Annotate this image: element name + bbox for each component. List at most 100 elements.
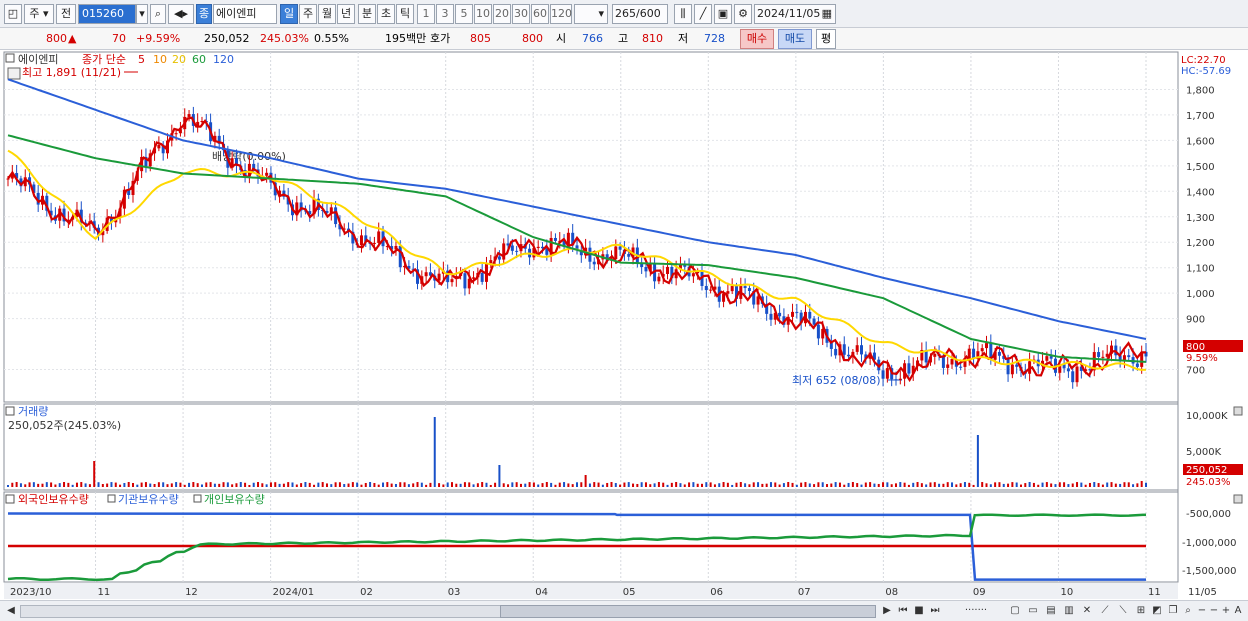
period-second-button[interactable]: 초 xyxy=(377,4,395,24)
open-label: 시 xyxy=(556,32,567,45)
stock-chart[interactable]: 에이엔피 종가 단순 5 10 20 60 120 최고 1,891 (11/2… xyxy=(0,50,1248,600)
volume-bar xyxy=(287,482,290,487)
volume-bar xyxy=(1045,482,1048,487)
volume-bar xyxy=(1145,482,1147,487)
interval-button[interactable]: 60 xyxy=(531,4,549,24)
calendar-icon[interactable]: ▦ xyxy=(822,5,832,23)
chart-area[interactable]: 에이엔피 종가 단순 5 10 20 60 120 최고 1,891 (11/2… xyxy=(0,50,1248,600)
interval-custom-dropdown[interactable]: ▾ xyxy=(574,4,608,24)
candle-body xyxy=(709,289,713,291)
rewind-icon[interactable]: ⏮ xyxy=(896,604,910,619)
layout-icon[interactable]: ▥ xyxy=(1062,604,1076,619)
draw-tool-icon[interactable]: ◩ xyxy=(1150,604,1164,619)
interval-button[interactable]: 3 xyxy=(436,4,454,24)
interval-button[interactable]: 10 xyxy=(474,4,492,24)
layout-icon[interactable]: ▭ xyxy=(1026,604,1040,619)
layout-icon[interactable]: ▢ xyxy=(1008,604,1022,619)
window-menu-icon[interactable]: ◰ xyxy=(4,4,22,24)
volume-bar xyxy=(688,482,691,487)
price-tick: 1,600 xyxy=(1186,136,1215,147)
interval-button[interactable]: 1 xyxy=(417,4,435,24)
zoom-in-icon[interactable]: + xyxy=(1220,604,1232,619)
date-input[interactable]: 2024/11/05 ▦ xyxy=(754,4,836,24)
font-size-icon[interactable]: A xyxy=(1232,604,1244,619)
stock-dropdown-icon[interactable]: ▾ xyxy=(136,4,148,24)
period-day-button[interactable]: 일 xyxy=(280,4,298,24)
volume-bar xyxy=(343,484,346,487)
scroll-right-icon[interactable]: ▶ xyxy=(880,604,894,619)
fast-forward-icon[interactable]: ⏭ xyxy=(928,604,942,619)
period-year-button[interactable]: 년 xyxy=(337,4,355,24)
x-tick-label: 11 xyxy=(98,587,111,598)
draw-tool-icon[interactable]: ⟋ xyxy=(1098,604,1112,619)
toolbar: ◰ 주 ▾ 전 015260 ▾ ⌕ ◀▸ 종 에이엔피 일 주 월 년 분 초… xyxy=(0,0,1248,28)
gear-icon[interactable]: ⚙ xyxy=(734,4,752,24)
candle-body xyxy=(950,359,954,365)
interval-button[interactable]: 30 xyxy=(512,4,530,24)
table-toggle-icon[interactable] xyxy=(7,67,21,80)
change-percent: +9.59% xyxy=(136,32,181,45)
volume-bar xyxy=(1076,482,1079,487)
volume-bar xyxy=(532,482,535,487)
speaker-icon[interactable]: ◀▸ xyxy=(168,4,194,24)
market-selector[interactable]: 주 ▾ xyxy=(24,4,54,24)
candle-body xyxy=(885,368,889,379)
close-icon[interactable] xyxy=(1233,494,1243,504)
volume-bar xyxy=(769,482,772,487)
interval-button[interactable]: 20 xyxy=(493,4,511,24)
eval-button[interactable]: 평 xyxy=(816,29,836,49)
search-icon[interactable]: ⌕ xyxy=(150,4,166,24)
save-icon[interactable]: ▣ xyxy=(714,4,732,24)
volume-bar xyxy=(476,483,479,487)
period-minute-button[interactable]: 분 xyxy=(358,4,376,24)
zoom-reset-icon[interactable]: − xyxy=(1208,604,1220,619)
candle-body xyxy=(1071,371,1075,383)
interval-button[interactable]: 120 xyxy=(550,4,572,24)
prev-button[interactable]: 전 xyxy=(56,4,76,24)
volume-bar xyxy=(757,482,760,487)
scrollbar-thumb[interactable] xyxy=(500,605,876,618)
volume-bar xyxy=(791,482,794,487)
buy-button[interactable]: 매수 xyxy=(740,29,774,49)
volume-bar xyxy=(269,482,272,487)
layout-icon[interactable]: ▤ xyxy=(1044,604,1058,619)
candle-body xyxy=(795,311,799,313)
bar-count-field[interactable]: 265/600 xyxy=(612,4,668,24)
volume-bar xyxy=(946,482,949,487)
candle-body xyxy=(704,285,708,291)
period-month-button[interactable]: 월 xyxy=(318,4,336,24)
copy-icon[interactable]: ❐ xyxy=(1166,604,1180,619)
volume-bar xyxy=(800,482,803,487)
volume-bar xyxy=(907,484,910,487)
volume-bar xyxy=(890,484,893,487)
price-tick: 1,500 xyxy=(1186,162,1215,173)
speed-slider[interactable]: ······· xyxy=(946,604,1006,619)
close-icon[interactable] xyxy=(1233,406,1243,416)
chart-type-icon[interactable]: ⫼ xyxy=(674,4,692,24)
draw-tool-icon[interactable]: ⊞ xyxy=(1134,604,1148,619)
candle-body xyxy=(463,273,467,289)
scroll-left-icon[interactable]: ◀ xyxy=(4,604,18,619)
draw-tool-icon[interactable]: ⟍ xyxy=(1116,604,1130,619)
volume-bar xyxy=(175,482,178,487)
draw-tool-icon[interactable]: ✕ xyxy=(1080,604,1094,619)
x-tick-label: 2024/01 xyxy=(273,587,315,598)
sell-button[interactable]: 매도 xyxy=(778,29,812,49)
zoom-out-icon[interactable]: − xyxy=(1196,604,1208,619)
interval-button[interactable]: 5 xyxy=(455,4,473,24)
volume-bar xyxy=(563,482,566,487)
volume-bar xyxy=(636,483,639,487)
current-price-tag: 800 xyxy=(1186,342,1205,353)
period-week-button[interactable]: 주 xyxy=(299,4,317,24)
stock-code-input[interactable]: 015260 xyxy=(78,4,136,24)
x-tick-label: 11 xyxy=(1148,587,1161,598)
period-tick-button[interactable]: 틱 xyxy=(396,4,414,24)
legend-individual: 개인보유수량 xyxy=(204,493,265,506)
draw-tool-icon[interactable]: ╱ xyxy=(694,4,712,24)
holdings-tick: -1,500,000 xyxy=(1182,566,1237,577)
stop-icon[interactable]: ■ xyxy=(912,604,926,619)
volume-bar xyxy=(45,482,48,487)
candle-body xyxy=(1101,356,1105,358)
zoom-icon[interactable]: ⌕ xyxy=(1182,604,1194,619)
stock-name-field[interactable]: 에이엔피 xyxy=(213,4,277,24)
